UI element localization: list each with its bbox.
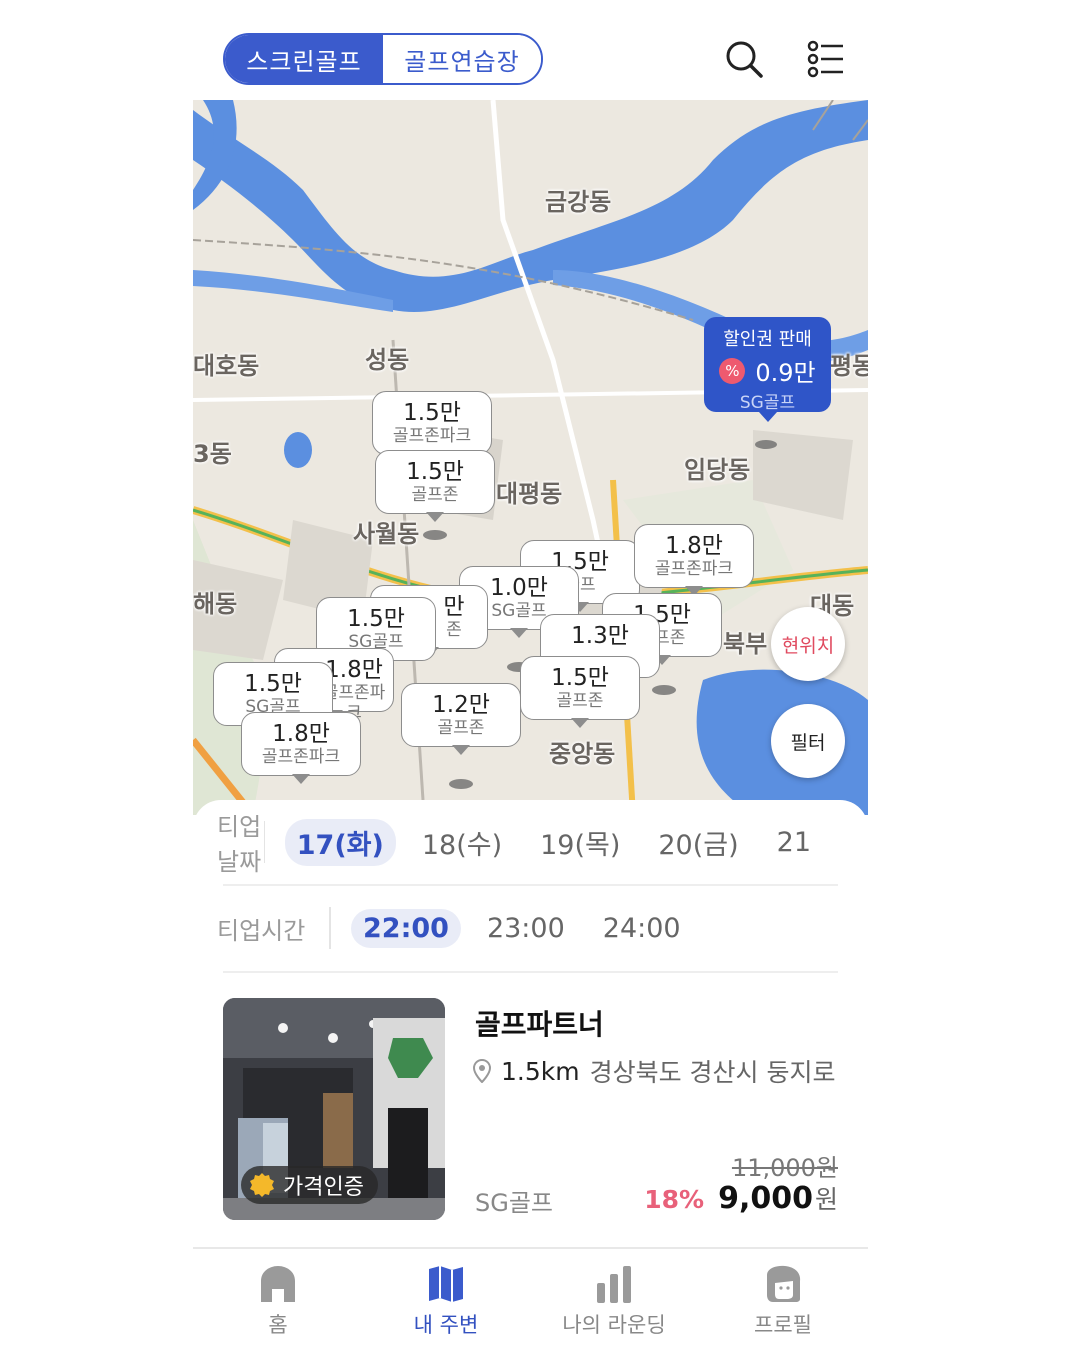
place-label: 3동: [193, 440, 232, 468]
nav-home[interactable]: 홈: [193, 1265, 363, 1339]
place-label: 임당동: [684, 456, 751, 484]
nav-label: 프로필: [754, 1313, 812, 1337]
pin-name: 골프존: [556, 691, 604, 711]
home-icon: [261, 1266, 295, 1302]
promo-title: 할인권 판매: [723, 329, 812, 350]
discount-promo-pin[interactable]: 할인권 판매 % 0.9만 SG골프: [704, 317, 831, 422]
nav-label: 홈: [268, 1313, 288, 1337]
pin-price: 1.5만: [551, 665, 609, 691]
map-view[interactable]: 금강동 성동 임당동 대평동 사월동 중앙동 북부 대동 3동 해동 대호동 평…: [193, 100, 868, 815]
bar-chart-icon: [597, 1266, 631, 1303]
search-icon[interactable]: [723, 38, 765, 80]
pin-name: 골프존: [411, 485, 459, 505]
divider: [329, 907, 331, 949]
pin-name: 골프존파크: [261, 747, 341, 767]
date-chip[interactable]: 19(목): [528, 819, 632, 866]
date-chip[interactable]: 17(화): [284, 818, 396, 866]
pin-price: 1.5만: [403, 400, 461, 426]
time-filter-row: 티업시간 22:00 23:00 24:00: [217, 898, 837, 958]
place-label: 중앙동: [549, 740, 616, 768]
tab-driving-range[interactable]: 골프연습장: [383, 35, 541, 83]
nav-nearby[interactable]: 내 주변: [361, 1265, 531, 1339]
date-chip[interactable]: 21: [765, 823, 823, 862]
nav-profile[interactable]: 프로필: [698, 1265, 868, 1339]
pin-price: 1.3만: [571, 623, 629, 649]
divider: [223, 971, 838, 973]
venue-address-text: 경상북도 경산시 둥지로: [589, 1058, 836, 1087]
verified-seal-icon: [250, 1173, 274, 1197]
pin-price: 1.8만: [272, 721, 330, 747]
nav-my-rounding[interactable]: 나의 라운딩: [529, 1265, 699, 1339]
filter-button[interactable]: 필터: [771, 704, 845, 778]
current-location-button[interactable]: 현위치: [771, 607, 845, 681]
price-currency: 원: [814, 1185, 838, 1214]
place-label: 해동: [193, 590, 238, 618]
promo-price: 0.9만: [755, 359, 816, 387]
time-chip[interactable]: 23:00: [475, 909, 577, 948]
venue-address: 1.5km 경상북도 경산시 둥지로: [473, 1053, 836, 1089]
discount-rate: 18%: [644, 1185, 705, 1214]
tab-screen-golf[interactable]: 스크린골프: [225, 35, 383, 83]
venue-brand: SG골프: [475, 1189, 553, 1217]
profile-icon: [767, 1265, 801, 1302]
map-price-pin[interactable]: 1.5만 골프존: [375, 450, 497, 540]
date-chip[interactable]: 20(금): [646, 819, 750, 866]
pin-price: 1.2만: [432, 692, 490, 718]
divider: [263, 821, 265, 863]
place-label: 대호동: [193, 352, 260, 380]
pin-name: 골프존파크: [654, 559, 734, 579]
pin-name: 골프존: [437, 718, 485, 738]
pin-price: 1.5만: [347, 606, 405, 632]
percent-icon: %: [719, 357, 746, 384]
sale-price: 18% 9,000 원: [644, 1180, 838, 1216]
pin-price: 1.5만: [406, 459, 464, 485]
time-chip[interactable]: 22:00: [351, 908, 461, 948]
promo-name: SG골프: [739, 393, 796, 413]
time-label: 티업시간: [217, 916, 306, 945]
time-chip[interactable]: 24:00: [591, 909, 693, 948]
place-label: 금강동: [545, 188, 612, 216]
bottom-nav: 홈 내 주변 나의 라운딩 프로필: [193, 1247, 868, 1348]
date-chip[interactable]: 18(수): [410, 819, 514, 866]
divider: [223, 884, 838, 886]
list-icon[interactable]: [805, 38, 847, 80]
map-icon: [429, 1266, 463, 1302]
pin-name: 골프존파크: [392, 426, 472, 446]
place-label: 성동: [365, 346, 410, 374]
date-label: 티업날짜: [217, 813, 262, 876]
place-label: 평동: [830, 352, 868, 380]
original-price: 11,000원: [731, 1154, 838, 1182]
location-pin-icon: [473, 1059, 491, 1083]
nav-label: 내 주변: [413, 1313, 479, 1337]
map-price-pin[interactable]: 1.8만골프존파크: [241, 712, 363, 784]
location-dot: [755, 440, 777, 449]
price-verified-badge: 가격인증: [241, 1166, 378, 1204]
map-price-pin[interactable]: 1.2만 골프존: [401, 683, 523, 789]
badge-label: 가격인증: [283, 1175, 364, 1200]
place-label: 대평동: [496, 480, 563, 508]
pin-price: 1.5만: [244, 671, 302, 697]
app-screen: 스크린골프 골프연습장 금강동 성동 임당동 대평동 사월동 중앙동 북부 대동…: [193, 0, 868, 1346]
nav-label: 나의 라운딩: [562, 1313, 666, 1337]
venue-photo[interactable]: 가격인증: [223, 998, 445, 1220]
price-value: 9,000: [718, 1181, 813, 1216]
date-filter-row: 티업날짜 17(화) 18(수) 19(목) 20(금) 21: [217, 812, 837, 876]
category-toggle: 스크린골프 골프연습장: [223, 33, 543, 85]
map-price-pin[interactable]: 1.8만골프존파크: [634, 524, 756, 596]
venue-distance: 1.5km: [501, 1056, 580, 1086]
pin-price: 1.8만: [665, 533, 723, 559]
venue-title[interactable]: 골프파트너: [475, 1003, 604, 1043]
place-label: 북부: [723, 630, 768, 658]
map-price-pin[interactable]: 1.5만 골프존: [520, 656, 642, 728]
